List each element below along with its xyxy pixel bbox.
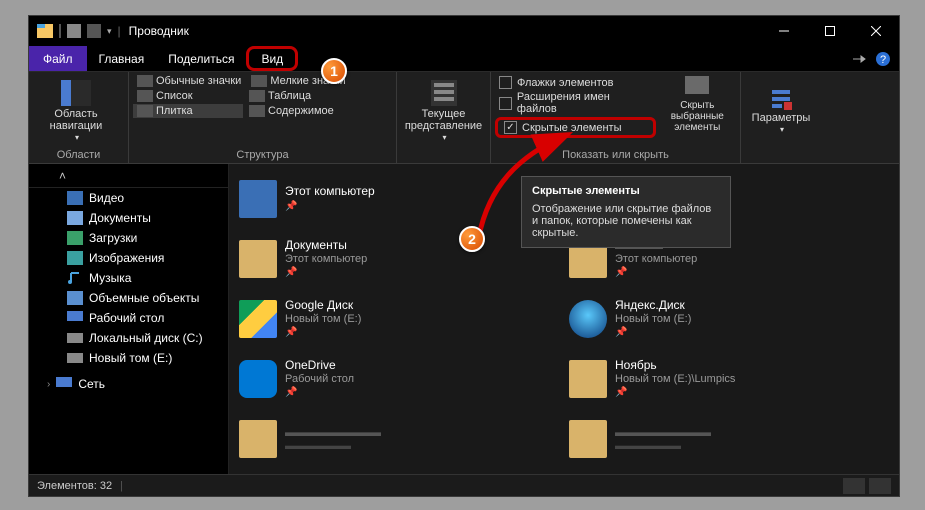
- tab-share[interactable]: Поделиться: [156, 46, 246, 71]
- chevron-right-icon: ›: [47, 379, 50, 390]
- pin-icon: 📌: [285, 201, 375, 213]
- network-icon: [56, 377, 72, 391]
- pin-icon: 📌: [615, 387, 735, 399]
- tooltip-title: Скрытые элементы: [532, 185, 720, 197]
- navigation-pane-label: Область навигации: [33, 108, 119, 132]
- tab-view-label: Вид: [261, 52, 283, 66]
- nav-scroll-up-icon[interactable]: ˄: [29, 164, 228, 188]
- nav-pictures[interactable]: Изображения: [29, 248, 228, 268]
- statusbar: Элементов: 32 |: [29, 474, 899, 496]
- file-item[interactable]: Яндекс.ДискНовый том (E:)📌: [569, 290, 889, 348]
- minimize-button[interactable]: [761, 16, 807, 46]
- nav-new-volume-e[interactable]: Новый том (E:): [29, 348, 228, 368]
- checkbox-icon: [499, 76, 512, 89]
- nav-music[interactable]: Музыка: [29, 268, 228, 288]
- ribbon-group-panes-label: Области: [33, 147, 124, 163]
- navigation-pane[interactable]: ˄ Видео Документы Загрузки Изображения М…: [29, 164, 229, 474]
- navigation-pane-icon: [61, 80, 91, 106]
- yandex-disk-icon: [569, 300, 607, 338]
- new-folder-icon[interactable]: [87, 24, 101, 38]
- explorer-icon: [37, 24, 53, 38]
- pin-icon: 📌: [285, 267, 367, 279]
- properties-icon[interactable]: [67, 24, 81, 38]
- nav-downloads[interactable]: Загрузки: [29, 228, 228, 248]
- pin-icon: 📌: [285, 327, 361, 339]
- chevron-down-icon: ▾: [442, 134, 446, 143]
- tooltip-hidden-items: Скрытые элементы Отображение или скрытие…: [521, 176, 731, 248]
- explorer-window: ▾ | Проводник Файл Главная Поделиться Ви…: [28, 15, 900, 497]
- options-icon: [768, 88, 794, 110]
- status-item-count: Элементов: 32: [37, 480, 112, 492]
- checkbox-icon: [499, 97, 512, 110]
- pin-ribbon-icon[interactable]: [851, 51, 867, 67]
- gdrive-icon: [239, 300, 277, 338]
- tab-view[interactable]: Вид: [246, 46, 298, 71]
- nav-local-disk-c[interactable]: Локальный диск (C:): [29, 328, 228, 348]
- nav-network[interactable]: › Сеть: [29, 374, 228, 394]
- layout-medium-icons[interactable]: Обычные значки: [133, 74, 245, 88]
- folder-icon: [569, 360, 607, 398]
- pin-icon: 📌: [285, 387, 354, 399]
- nav-videos[interactable]: Видео: [29, 188, 228, 208]
- chevron-down-icon: ▾: [75, 134, 79, 143]
- current-view-label: Текущее представление: [401, 108, 486, 132]
- nav-documents[interactable]: Документы: [29, 208, 228, 228]
- layout-tiles[interactable]: Плитка: [133, 104, 243, 118]
- file-item[interactable]: Google ДискНовый том (E:)📌: [239, 290, 559, 348]
- view-large-icons-toggle[interactable]: [869, 478, 891, 494]
- tooltip-body: Отображение или скрытие файлов и папок, …: [532, 203, 720, 239]
- pc-icon: [239, 180, 277, 218]
- hide-selected-button[interactable]: Скрыть выбранные элементы: [659, 74, 736, 133]
- divider-icon: [59, 24, 61, 38]
- onedrive-icon: [239, 360, 277, 398]
- pin-icon: 📌: [615, 267, 697, 279]
- file-item[interactable]: OneDriveРабочий стол📌: [239, 350, 559, 408]
- annotation-marker-1: 1: [321, 58, 347, 84]
- close-button[interactable]: [853, 16, 899, 46]
- view-details-toggle[interactable]: [843, 478, 865, 494]
- hide-selected-icon: [685, 76, 709, 98]
- checkbox-file-extensions[interactable]: Расширения имен файлов: [495, 91, 656, 115]
- ribbon-group-layout-label: Структура: [133, 147, 392, 163]
- svg-text:?: ?: [880, 54, 886, 66]
- help-icon[interactable]: ?: [875, 51, 891, 67]
- folder-icon: [239, 420, 277, 458]
- file-item[interactable]: ▬▬▬▬▬▬▬▬▬▬▬▬▬▬: [239, 410, 559, 468]
- file-item[interactable]: ДокументыЭтот компьютер📌: [239, 230, 559, 288]
- qat-separator: |: [118, 24, 121, 38]
- layout-details[interactable]: Таблица: [245, 89, 355, 103]
- hide-selected-label: Скрыть выбранные элементы: [659, 100, 736, 133]
- quick-access-toolbar: ▾ |: [29, 24, 121, 38]
- body: ˄ Видео Документы Загрузки Изображения М…: [29, 164, 899, 474]
- titlebar: ▾ | Проводник: [29, 16, 899, 46]
- layout-list[interactable]: Список: [133, 89, 243, 103]
- folder-icon: [569, 420, 607, 458]
- tab-file[interactable]: Файл: [29, 46, 87, 71]
- nav-desktop[interactable]: Рабочий стол: [29, 308, 228, 328]
- chevron-down-icon: ▾: [780, 126, 784, 135]
- checkbox-hidden-items[interactable]: ✓ Скрытые элементы: [495, 117, 656, 138]
- nav-3dobjects[interactable]: Объемные объекты: [29, 288, 228, 308]
- file-item[interactable]: НоябрьНовый том (E:)\Lumpics📌: [569, 350, 889, 408]
- file-item[interactable]: Этот компьютер📌: [239, 170, 559, 228]
- annotation-marker-2: 2: [459, 226, 485, 252]
- ribbon-tabs: Файл Главная Поделиться Вид ?: [29, 46, 899, 72]
- window-title: Проводник: [129, 24, 189, 38]
- folder-icon: [239, 240, 277, 278]
- tab-home[interactable]: Главная: [87, 46, 157, 71]
- layout-content[interactable]: Содержимое: [245, 104, 355, 118]
- options-button[interactable]: Параметры ▾: [745, 74, 817, 147]
- pin-icon: 📌: [615, 327, 691, 339]
- maximize-button[interactable]: [807, 16, 853, 46]
- file-item[interactable]: ▬▬▬▬▬▬▬▬▬▬▬▬▬▬: [569, 410, 889, 468]
- qat-dropdown-icon[interactable]: ▾: [107, 26, 112, 37]
- options-label: Параметры: [752, 112, 811, 124]
- checkbox-checked-icon: ✓: [504, 121, 517, 134]
- current-view-icon: [431, 80, 457, 106]
- navigation-pane-button[interactable]: Область навигации ▾: [33, 74, 119, 147]
- ribbon: Область навигации ▾ Области Обычные знач…: [29, 72, 899, 164]
- current-view-button[interactable]: Текущее представление ▾: [401, 74, 486, 147]
- ribbon-group-showhide-label: Показать или скрыть: [495, 147, 736, 163]
- checkbox-item-checkboxes[interactable]: Флажки элементов: [495, 76, 656, 89]
